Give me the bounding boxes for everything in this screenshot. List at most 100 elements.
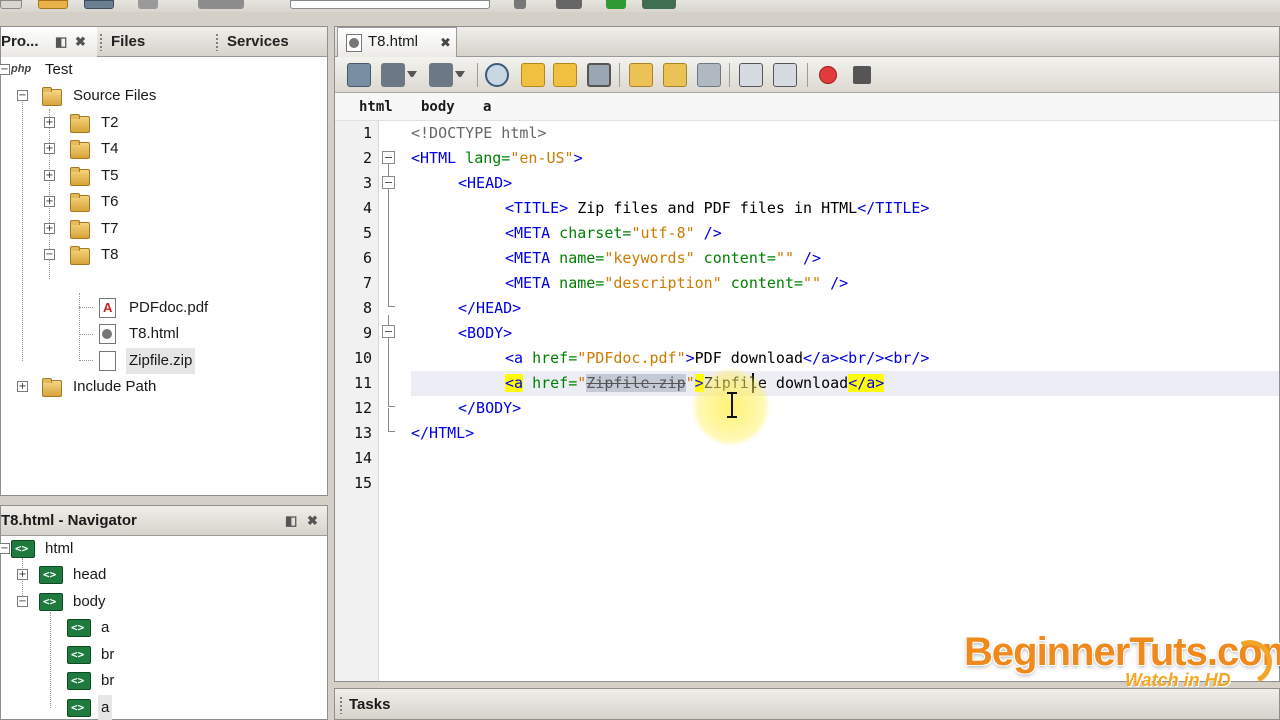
tree-item-folder-t4[interactable]: + T4 <box>1 136 321 162</box>
tab-projects[interactable]: Pro... ◧ ✖ <box>1 27 97 57</box>
tag: </HEAD> <box>458 299 522 317</box>
shift-left-icon[interactable] <box>739 63 763 87</box>
nav-node-a-selected[interactable]: a <box>1 695 321 720</box>
toolbar-separator <box>619 63 620 87</box>
back-icon[interactable] <box>381 63 405 87</box>
undo-icon[interactable] <box>138 0 158 9</box>
close-icon[interactable]: ✖ <box>440 29 451 57</box>
folder-icon <box>69 139 90 159</box>
open-project-icon[interactable] <box>38 0 68 9</box>
tree-item-file-pdf[interactable]: PDFdoc.pdf <box>1 295 321 321</box>
fold-end <box>388 406 395 407</box>
line-number: 5 <box>362 224 372 242</box>
cut-copy-icon[interactable] <box>198 0 244 9</box>
build-icon[interactable] <box>514 0 526 9</box>
expand-icon[interactable]: + <box>44 170 55 181</box>
expand-icon[interactable]: + <box>17 569 28 580</box>
expand-icon[interactable]: + <box>44 196 55 207</box>
toolbar-separator <box>807 63 808 87</box>
html-tag-icon <box>39 566 63 584</box>
tree-item-folder-t5[interactable]: + T5 <box>1 163 321 189</box>
collapse-icon[interactable]: − <box>17 90 28 101</box>
forward-icon[interactable] <box>429 63 453 87</box>
nav-node-html[interactable]: − html <box>0 536 321 562</box>
tag: > <box>685 349 695 367</box>
chevron-down-icon[interactable] <box>455 71 465 79</box>
toggle-bookmark-icon[interactable] <box>697 63 721 87</box>
nav-node-br[interactable]: br <box>1 668 321 694</box>
tree-item-file-html[interactable]: T8.html <box>1 321 321 347</box>
nav-node-a[interactable]: a <box>1 615 321 641</box>
fold-line <box>388 408 389 431</box>
close-icon[interactable]: ✖ <box>75 27 86 57</box>
restore-icon[interactable]: ◧ <box>285 506 297 536</box>
tree-item-folder-t8[interactable]: − T8 <box>1 242 321 268</box>
fold-toggle-icon[interactable] <box>382 176 395 189</box>
fold-toggle-icon[interactable] <box>382 325 395 338</box>
code-area[interactable]: <!DOCTYPE html> <HTML lang="en-US"> <HEA… <box>411 121 1279 681</box>
collapse-icon[interactable]: − <box>0 64 10 75</box>
editor-tab-t8-html[interactable]: T8.html ✖ <box>337 27 457 57</box>
toggle-highlight-icon[interactable] <box>587 63 611 87</box>
shift-right-icon[interactable] <box>773 63 797 87</box>
breadcrumb-html[interactable]: html <box>359 93 393 121</box>
expand-icon[interactable]: + <box>44 223 55 234</box>
clean-build-icon[interactable] <box>556 0 582 9</box>
tree-item-file-zip[interactable]: Zipfile.zip <box>1 348 321 374</box>
previous-bookmark-icon[interactable] <box>629 63 653 87</box>
line-number: 11 <box>353 374 372 392</box>
tag: /> <box>694 224 722 242</box>
last-edit-icon[interactable] <box>347 63 371 87</box>
nav-node-br[interactable]: br <box>1 642 321 668</box>
collapse-icon[interactable]: − <box>17 596 28 607</box>
find-icon[interactable] <box>485 63 509 87</box>
navigator-title-bar: T8.html - Navigator ◧ ✖ <box>1 506 327 536</box>
doctype: <!DOCTYPE html> <box>411 124 547 142</box>
nav-node-head[interactable]: + head <box>1 562 321 588</box>
find-next-icon[interactable] <box>553 63 577 87</box>
fold-line <box>388 315 389 325</box>
grip-icon[interactable] <box>339 696 343 714</box>
restore-icon[interactable]: ◧ <box>55 27 67 57</box>
tree-item-include-path[interactable]: + Include Path <box>1 374 321 400</box>
collapse-icon[interactable]: − <box>44 249 55 260</box>
debug-icon[interactable] <box>642 0 676 9</box>
record-macro-icon[interactable] <box>819 66 837 84</box>
main-toolbar <box>0 0 1280 12</box>
find-previous-icon[interactable] <box>521 63 545 87</box>
collapse-icon[interactable]: − <box>0 543 10 554</box>
new-file-icon[interactable] <box>0 0 22 9</box>
expand-icon[interactable]: + <box>44 117 55 128</box>
tag: </TITLE> <box>857 199 930 217</box>
breadcrumb: html body a <box>335 93 1279 121</box>
stop-macro-icon[interactable] <box>853 66 871 84</box>
text-cursor-icon <box>727 392 737 418</box>
breadcrumb-body[interactable]: body <box>421 93 455 121</box>
attribute: content= <box>694 249 776 267</box>
editor-tabbar: T8.html ✖ <box>335 27 1279 57</box>
next-bookmark-icon[interactable] <box>663 63 687 87</box>
config-combo[interactable] <box>290 0 490 9</box>
tree-item-source-files[interactable]: − Source Files <box>1 83 321 109</box>
tab-services[interactable]: Services <box>217 27 327 57</box>
nav-node-body[interactable]: − body <box>1 589 321 615</box>
save-all-icon[interactable] <box>84 0 114 9</box>
pdf-file-icon <box>99 298 116 318</box>
tab-files[interactable]: Files <box>101 27 211 57</box>
chevron-down-icon[interactable] <box>407 71 417 79</box>
code-line-10: <a href="PDFdoc.pdf">PDF download</a><br… <box>505 346 929 371</box>
code-line-9: <BODY> <box>458 321 512 346</box>
tab-files-label: Files <box>111 33 146 50</box>
tree-item-folder-t6[interactable]: + T6 <box>1 189 321 215</box>
expand-icon[interactable]: + <box>44 143 55 154</box>
nav-label: br <box>101 646 115 663</box>
tree-item-folder-t7[interactable]: + T7 <box>1 216 321 242</box>
fold-toggle-icon[interactable] <box>382 151 395 164</box>
expand-icon[interactable]: + <box>17 381 28 392</box>
close-icon[interactable]: ✖ <box>307 506 318 536</box>
run-icon[interactable] <box>606 0 626 9</box>
tree-item-project[interactable]: − php Test <box>0 57 321 83</box>
html-tag-icon <box>67 619 91 637</box>
breadcrumb-a[interactable]: a <box>483 93 491 121</box>
tree-item-folder-t2[interactable]: + T2 <box>1 110 321 136</box>
